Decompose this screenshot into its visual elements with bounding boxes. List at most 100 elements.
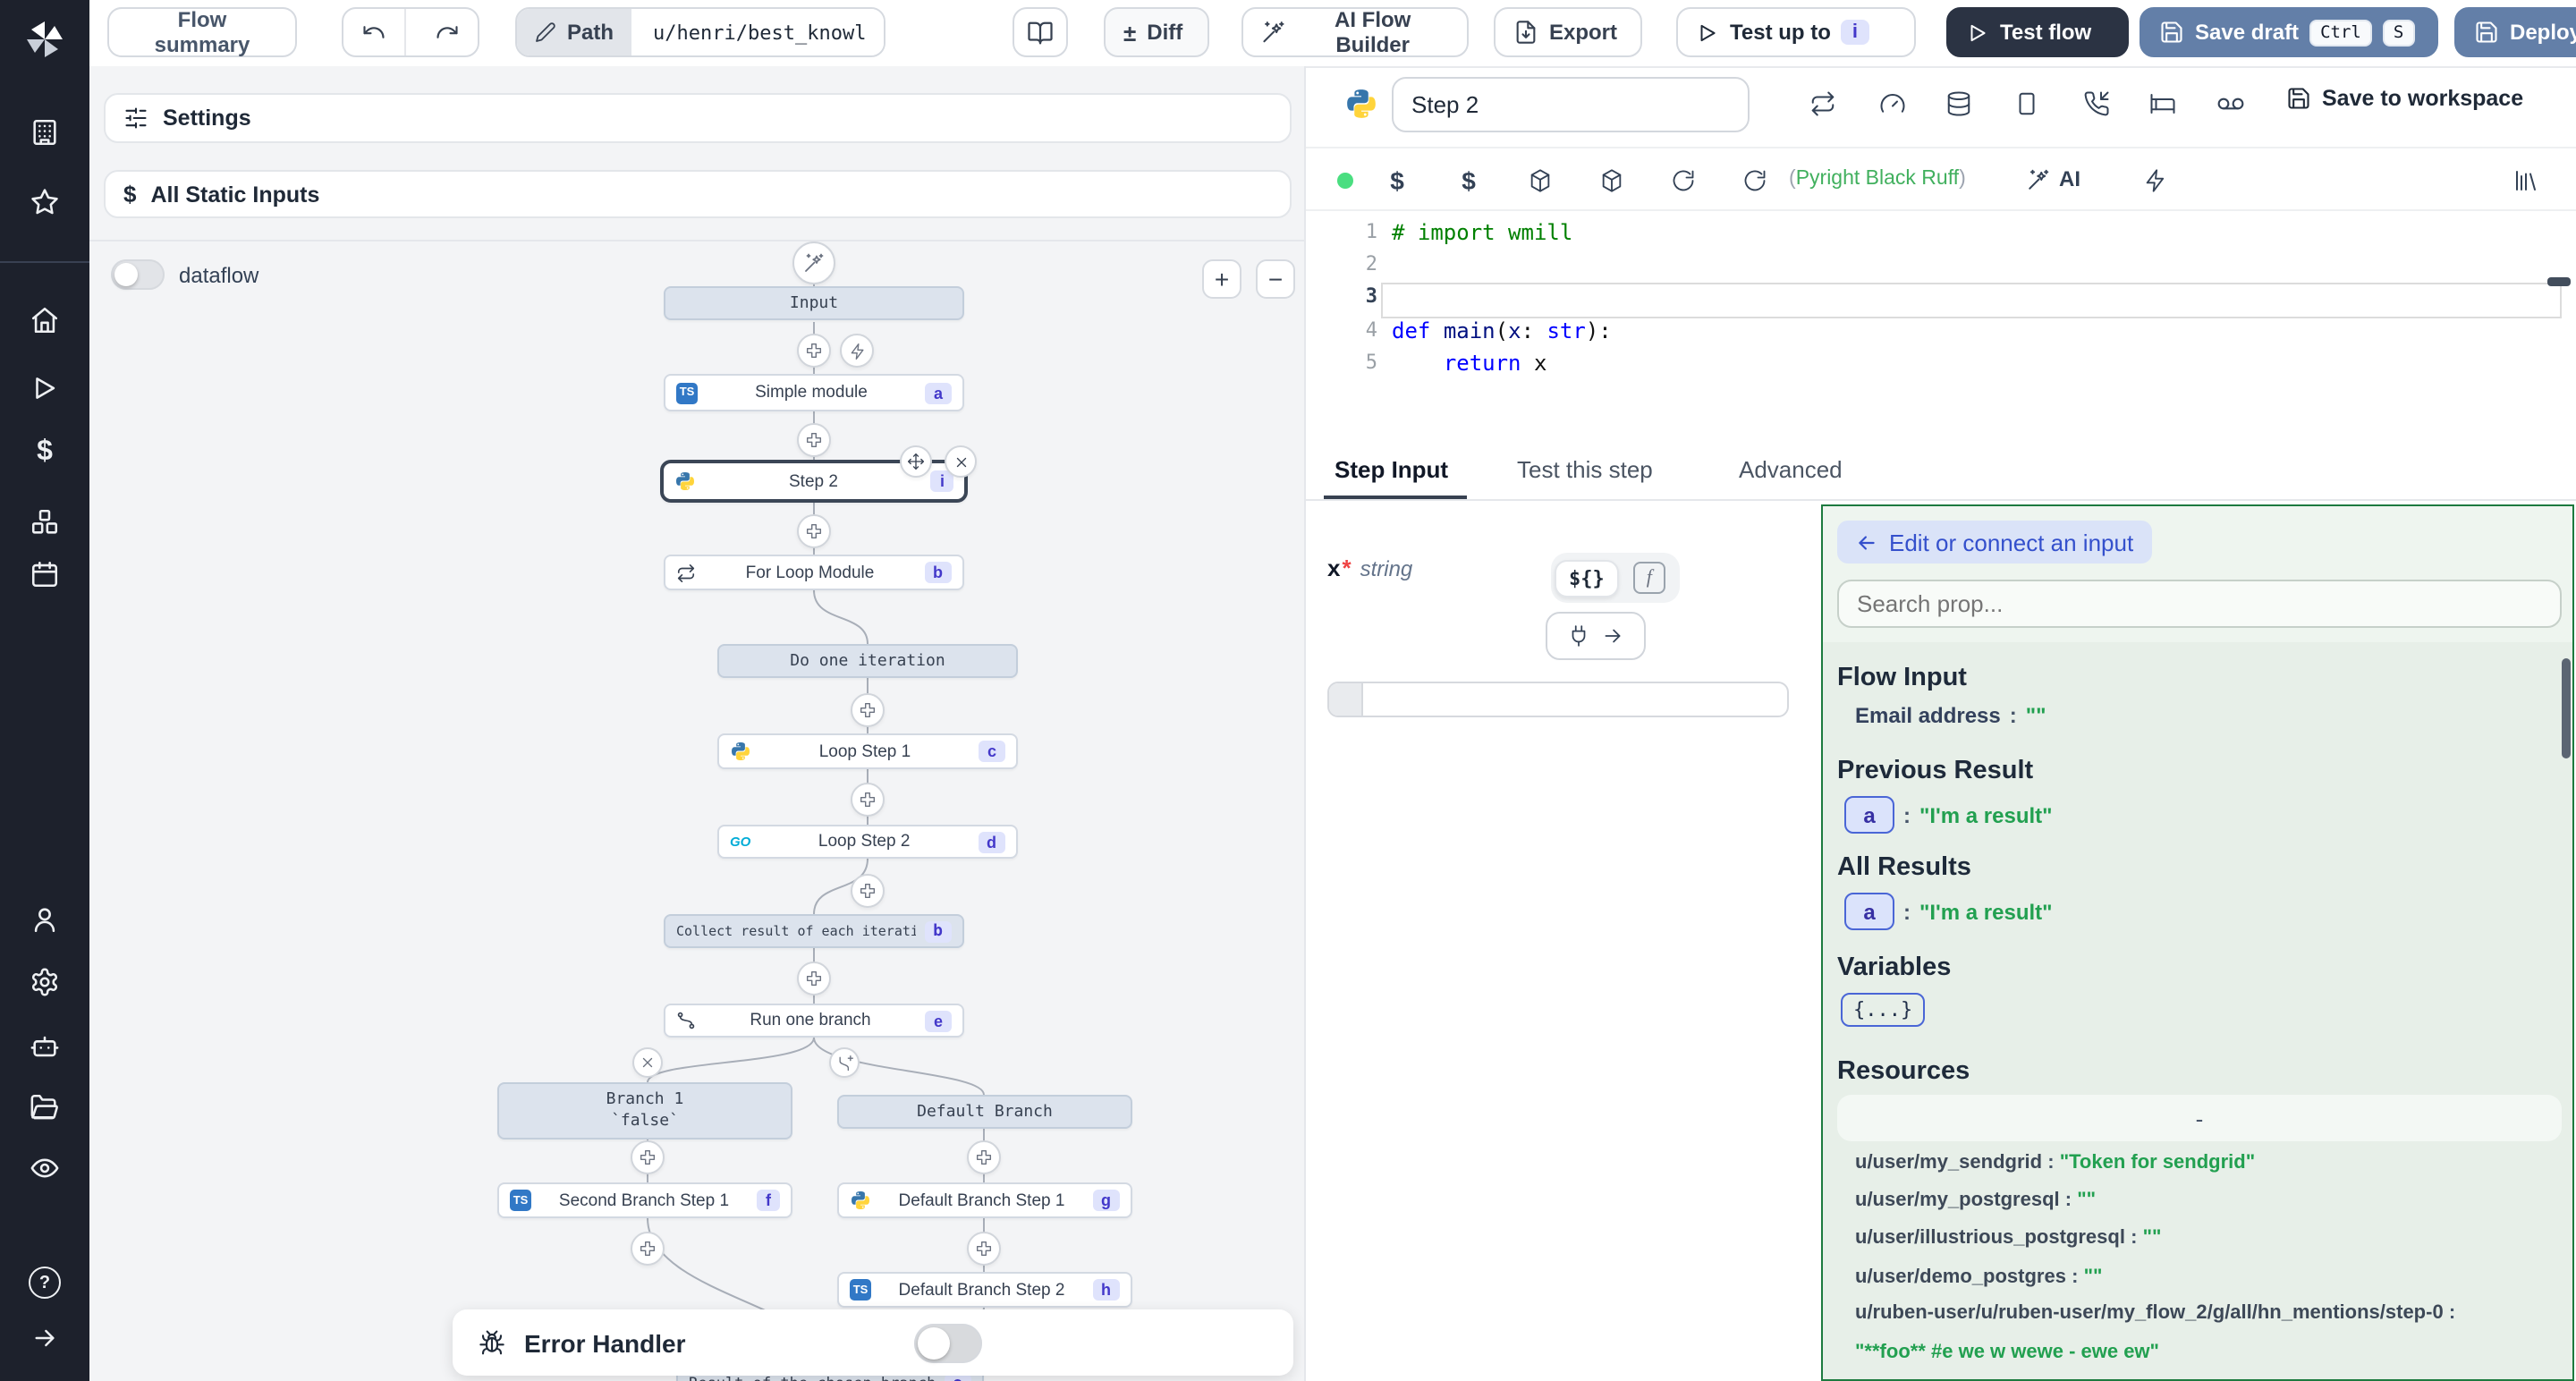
cache-database-icon[interactable] [1945,90,1972,117]
redo-icon[interactable] [417,9,478,55]
runs-play-icon[interactable] [30,373,60,403]
tab-advanced[interactable]: Advanced [1739,456,1843,483]
node-default-branch[interactable]: Default Branch [837,1095,1132,1129]
folders-icon[interactable] [30,1092,60,1123]
ai-suggest-wand-button[interactable] [792,241,835,284]
step-badge[interactable]: a [1844,893,1894,930]
variables-dollar-icon[interactable]: $ [37,436,53,469]
node-input[interactable]: Input [664,286,964,320]
lightning-icon[interactable] [2143,168,2168,193]
window-icon[interactable] [2013,90,2040,117]
add-branch-button[interactable] [829,1047,860,1078]
flow-summary-button[interactable]: Flow summary [107,7,297,57]
scrollbar-marker[interactable] [2547,277,2571,286]
tab-step-input[interactable]: Step Input [1335,456,1448,483]
node-loop-step-2[interactable]: GO Loop Step 2 d [717,825,1018,859]
add-step-button[interactable] [967,1140,1001,1174]
flow-settings-row[interactable]: Settings [104,93,1292,143]
windmill-logo-icon[interactable] [23,18,66,61]
add-step-button[interactable] [797,423,831,457]
schedules-calendar-icon[interactable] [30,559,60,589]
test-up-to-button[interactable]: Test up to i [1676,7,1916,57]
assets-dollar-icon[interactable]: $ [1390,166,1404,195]
test-flow-button[interactable]: Test flow [1946,7,2129,57]
path-input[interactable] [642,9,884,55]
step-badge[interactable]: a [1844,796,1894,834]
resource-value-wrapped[interactable]: "**foo** #e we w wewe - ewe ew" [1855,1342,2159,1363]
delete-step-button[interactable] [945,445,977,478]
code-editor[interactable]: 1 2 3 4 5 # import wmill def main(x: str… [1306,211,2576,444]
library-panel-icon[interactable] [2512,167,2539,194]
save-to-workspace-button[interactable]: Save to workspace [2286,86,2523,111]
add-step-button[interactable] [631,1140,665,1174]
move-step-handle[interactable] [900,445,932,478]
docs-book-icon[interactable] [1013,7,1068,57]
node-run-one-branch[interactable]: Run one branch e [664,1004,964,1038]
resource-row[interactable]: u/user/illustrious_postgresql : "" [1855,1227,2161,1249]
add-step-button[interactable] [851,874,885,908]
add-step-button[interactable] [631,1232,665,1266]
reload-icon[interactable] [1671,168,1696,193]
add-step-button[interactable] [797,962,831,996]
suspend-phone-icon[interactable] [2083,90,2110,117]
all-static-inputs-row[interactable]: $ All Static Inputs [104,170,1292,218]
arg-value-input[interactable] [1327,682,1789,717]
resource-row[interactable]: u/user/my_sendgrid : "Token for sendgrid… [1855,1152,2255,1173]
resource-row[interactable]: u/user/my_postgresql : "" [1855,1190,2096,1211]
lint-status[interactable]: (Pyright Black Ruff) [1789,168,1966,190]
save-draft-button[interactable]: Save draft Ctrl S [2140,7,2438,57]
node-do-one-iteration[interactable]: Do one iteration [717,644,1018,678]
diff-button[interactable]: ± Diff [1104,7,1209,57]
node-default-branch-step-1[interactable]: Default Branch Step 1 g [837,1182,1132,1218]
search-prop-input[interactable] [1837,580,2562,628]
worker-gauge-icon[interactable] [1879,90,1906,117]
collapse-arrow-icon[interactable] [30,1324,59,1352]
add-step-button[interactable] [851,693,885,727]
node-collect-result[interactable]: Collect result of each iteration b [664,914,964,948]
add-step-button[interactable] [967,1232,1001,1266]
voicemail-icon[interactable] [2216,89,2245,118]
node-simple-module[interactable]: TS Simple module a [664,374,964,411]
export-button[interactable]: Export [1494,7,1642,57]
variables-object-badge[interactable]: {...} [1841,993,1925,1027]
undo-icon[interactable] [343,9,406,55]
error-handler-toggle[interactable] [914,1323,982,1362]
step-title-input[interactable] [1392,77,1750,132]
node-loop-step-1[interactable]: Loop Step 1 c [717,733,1018,769]
favorites-star-icon[interactable] [30,187,60,217]
flow-input-row[interactable]: Email address : "" [1855,703,2046,728]
resource-row[interactable]: u/user/demo_postgres : "" [1855,1267,2102,1288]
resources-empty-box[interactable]: - [1837,1095,2562,1141]
add-step-button[interactable] [797,334,831,368]
reload-icon[interactable] [1742,168,1767,193]
expr-mode-chip[interactable]: ${} [1555,559,1619,597]
previous-result-row[interactable]: a : "I'm a result" [1844,796,2053,834]
node-for-loop[interactable]: For Loop Module b [664,555,964,590]
users-icon[interactable] [30,904,60,935]
resources-boxes-icon[interactable] [30,507,60,538]
cache-repeat-icon[interactable] [1809,90,1836,117]
node-second-branch-step-1[interactable]: TS Second Branch Step 1 f [497,1182,792,1218]
workers-bot-icon[interactable] [30,1031,60,1062]
workspace-icon[interactable] [30,117,60,148]
ai-flow-builder-button[interactable]: AI Flow Builder [1241,7,1469,57]
home-icon[interactable] [30,305,60,335]
node-branch-1[interactable]: Branch 1 `false` [497,1082,792,1140]
tab-test-this-step[interactable]: Test this step [1517,456,1653,483]
add-step-button[interactable] [851,783,885,817]
sleep-bed-icon[interactable] [2149,90,2176,117]
remove-branch-button[interactable] [632,1047,663,1078]
help-icon[interactable]: ? [29,1267,61,1299]
panel-scrollbar-thumb[interactable] [2562,658,2570,758]
deploy-button[interactable]: Deploy [2454,7,2576,57]
resource-row[interactable]: u/ruben-user/u/ruben-user/my_flow_2/g/al… [1855,1302,2455,1324]
variables-dollar-icon[interactable]: $ [1462,166,1476,195]
all-results-row[interactable]: a : "I'm a result" [1844,893,2053,930]
audit-eye-icon[interactable] [30,1153,60,1183]
trigger-bolt-button[interactable] [840,334,874,368]
ai-assist-button[interactable]: AI [2027,166,2080,191]
add-step-button[interactable] [797,514,831,548]
node-default-branch-step-2[interactable]: TS Default Branch Step 2 h [837,1272,1132,1308]
package-icon[interactable] [1599,168,1624,193]
package-icon[interactable] [1528,168,1553,193]
